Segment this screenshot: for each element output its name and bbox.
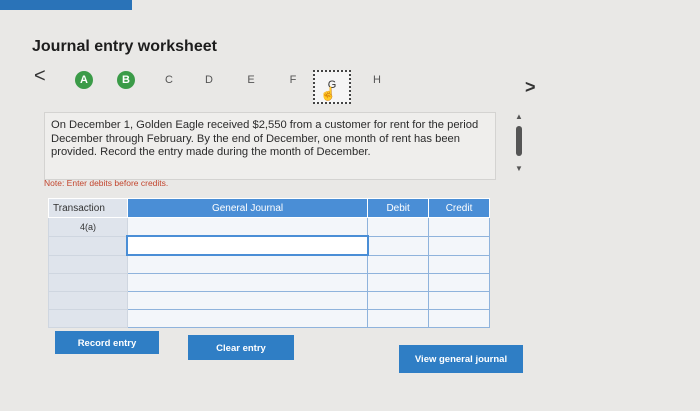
credit-input[interactable] (428, 235, 490, 256)
credit-input[interactable] (428, 291, 490, 310)
view-general-journal-button[interactable]: View general journal (399, 345, 523, 373)
hand-cursor-icon: ☝ (320, 86, 337, 101)
header-general-journal: General Journal (126, 198, 369, 218)
debit-input[interactable] (367, 235, 430, 256)
step-h[interactable]: H (368, 71, 386, 89)
transaction-cell (48, 309, 128, 328)
chevron-right-icon[interactable]: > (525, 77, 536, 98)
scenario-text: On December 1, Golden Eagle received $2,… (51, 119, 479, 158)
debit-input[interactable] (367, 254, 430, 274)
credit-input[interactable] (428, 309, 490, 328)
transaction-cell (48, 235, 128, 256)
top-accent-bar (0, 0, 132, 10)
table-row (48, 254, 490, 274)
journal-table: Transaction General Journal Debit Credit… (48, 198, 490, 328)
scroll-thumb[interactable] (516, 126, 522, 156)
credit-input[interactable] (428, 217, 490, 237)
credit-input[interactable] (428, 254, 490, 274)
step-f[interactable]: F (284, 71, 302, 89)
table-row (48, 291, 490, 310)
transaction-cell (48, 273, 128, 292)
clear-entry-button[interactable]: Clear entry (188, 335, 294, 360)
scrollbar[interactable]: ▲ ▼ (513, 112, 525, 176)
instruction-note: Note: Enter debits before credits. (44, 178, 169, 188)
table-row (48, 273, 490, 292)
account-input[interactable] (126, 235, 369, 256)
account-input[interactable] (126, 273, 369, 292)
table-row (48, 309, 490, 328)
account-input[interactable] (126, 309, 369, 328)
header-credit: Credit (428, 198, 490, 218)
transaction-cell (48, 254, 128, 274)
table-row: 4(a) (48, 217, 490, 237)
debit-input[interactable] (367, 309, 430, 328)
debit-input[interactable] (367, 217, 430, 237)
transaction-cell (48, 291, 128, 310)
debit-input[interactable] (367, 273, 430, 292)
step-e[interactable]: E (242, 71, 260, 89)
credit-input[interactable] (428, 273, 490, 292)
scroll-up-icon[interactable]: ▲ (515, 112, 523, 121)
table-row (48, 235, 490, 256)
scenario-box: On December 1, Golden Eagle received $2,… (44, 112, 496, 180)
chevron-left-icon[interactable]: < (34, 65, 46, 88)
account-input[interactable] (126, 217, 369, 237)
account-input[interactable] (126, 291, 369, 310)
step-b[interactable]: B (117, 71, 135, 89)
header-debit: Debit (367, 198, 430, 218)
page-title: Journal entry worksheet (32, 38, 217, 55)
record-entry-button[interactable]: Record entry (55, 331, 159, 354)
debit-input[interactable] (367, 291, 430, 310)
step-d[interactable]: D (200, 71, 218, 89)
transaction-cell: 4(a) (48, 217, 128, 237)
step-c[interactable]: C (160, 71, 178, 89)
header-transaction: Transaction (48, 198, 128, 218)
scroll-down-icon[interactable]: ▼ (515, 164, 523, 173)
step-a[interactable]: A (75, 71, 93, 89)
account-input[interactable] (126, 254, 369, 274)
